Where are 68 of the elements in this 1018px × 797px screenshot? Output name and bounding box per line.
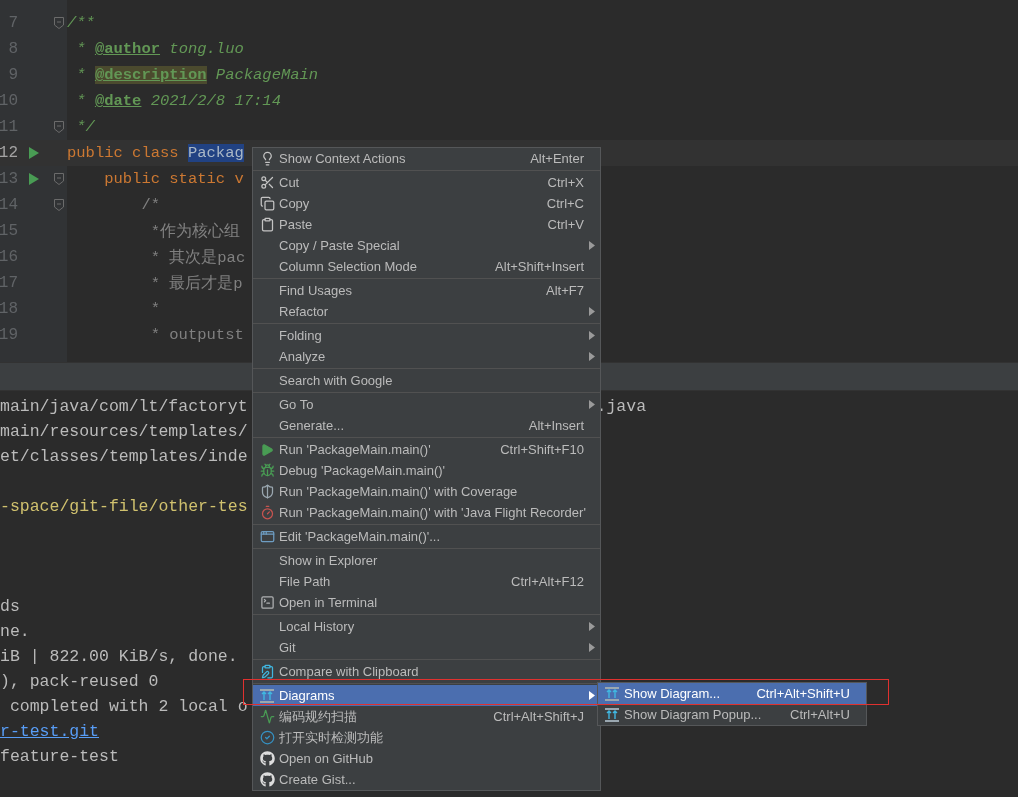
menu-item[interactable]: Run 'PackageMain.main()' with 'Java Flight Recorder' bbox=[253, 502, 600, 523]
submenu-arrow-icon bbox=[589, 241, 595, 250]
fold-marker-icon[interactable] bbox=[53, 173, 64, 185]
menu-item[interactable]: Diagrams bbox=[253, 685, 600, 706]
submenu-arrow-icon bbox=[589, 643, 595, 652]
menu-item[interactable]: Analyze bbox=[253, 346, 600, 367]
submenu-arrow-icon bbox=[589, 352, 595, 361]
fold-marker-icon[interactable] bbox=[53, 199, 64, 211]
code-line: * 最后才是p bbox=[149, 273, 243, 294]
menu-item[interactable]: Edit 'PackageMain.main()'... bbox=[253, 526, 600, 547]
fold-marker-icon[interactable] bbox=[53, 17, 64, 29]
console-line: iB | 822.00 KiB/s, done. bbox=[0, 647, 238, 666]
menu-item[interactable]: Create Gist... bbox=[253, 769, 600, 790]
menu-item[interactable]: Folding bbox=[253, 325, 600, 346]
menu-item[interactable]: Run 'PackageMain.main()' with Coverage bbox=[253, 481, 600, 502]
menu-item[interactable]: Show Context Actions Alt+Enter bbox=[253, 148, 600, 169]
menu-item[interactable]: Run 'PackageMain.main()' Ctrl+Shift+F10 bbox=[253, 439, 600, 460]
menu-item[interactable]: Copy Ctrl+C bbox=[253, 193, 600, 214]
submenu-arrow-icon bbox=[589, 622, 595, 631]
code-line: public class Packag bbox=[67, 144, 244, 162]
menu-item[interactable]: Local History bbox=[253, 616, 600, 637]
submenu-arrow-icon bbox=[589, 400, 595, 409]
menu-item[interactable]: 编码规约扫描 Ctrl+Alt+Shift+J bbox=[253, 706, 600, 727]
console-line: et/classes/templates/inde bbox=[0, 447, 248, 466]
code-line: * 其次是pac bbox=[149, 247, 246, 268]
line-number: 12 bbox=[0, 144, 18, 162]
menu-item[interactable]: Paste Ctrl+V bbox=[253, 214, 600, 235]
menu-item[interactable]: Column Selection Mode Alt+Shift+Insert bbox=[253, 256, 600, 277]
code-line: /* bbox=[140, 196, 160, 214]
code-line: */ bbox=[75, 118, 95, 136]
code-line: * @author tong.luo bbox=[75, 40, 244, 58]
code-line: public static v bbox=[103, 170, 244, 188]
menu-item[interactable]: Cut Ctrl+X bbox=[253, 172, 600, 193]
console-line: ne. bbox=[0, 622, 30, 641]
code-line: * outputst bbox=[149, 326, 244, 344]
menu-item[interactable]: 打开实时检测功能 bbox=[253, 727, 600, 748]
menu-item[interactable]: Show Diagram Popup... Ctrl+Alt+U bbox=[598, 704, 866, 725]
console-line: ), pack-reused 0 bbox=[0, 672, 159, 691]
run-icon[interactable] bbox=[29, 147, 39, 159]
menu-item[interactable]: Open in Terminal bbox=[253, 592, 600, 613]
console-line: -space/git-file/other-tes bbox=[0, 497, 248, 516]
menu-item[interactable]: Generate... Alt+Insert bbox=[253, 415, 600, 436]
console-link[interactable]: r-test.git bbox=[0, 722, 100, 741]
code-line: /** bbox=[67, 14, 95, 32]
menu-item[interactable]: Debug 'PackageMain.main()' bbox=[253, 460, 600, 481]
submenu-arrow-icon bbox=[589, 331, 595, 340]
console-line: main/java/com/lt/factoryt bbox=[0, 397, 248, 416]
submenu-arrow-icon bbox=[589, 307, 595, 316]
code-line: * @date 2021/2/8 17:14 bbox=[75, 92, 281, 110]
code-line: *作为核心组 bbox=[149, 221, 240, 242]
menu-item[interactable]: Find Usages Alt+F7 bbox=[253, 280, 600, 301]
console-line: feature-test bbox=[0, 747, 119, 766]
code-line: * bbox=[149, 300, 160, 318]
menu-item[interactable]: Copy / Paste Special bbox=[253, 235, 600, 256]
menu-item[interactable]: Open on GitHub bbox=[253, 748, 600, 769]
menu-item[interactable]: Search with Google bbox=[253, 370, 600, 391]
menu-item[interactable]: Show Diagram... Ctrl+Alt+Shift+U bbox=[598, 683, 866, 704]
menu-item[interactable]: File Path Ctrl+Alt+F12 bbox=[253, 571, 600, 592]
menu-item[interactable]: Show in Explorer bbox=[253, 550, 600, 571]
menu-item[interactable]: Refactor bbox=[253, 301, 600, 322]
menu-item[interactable]: Git bbox=[253, 637, 600, 658]
code-line: * @description PackageMain bbox=[75, 66, 319, 84]
submenu-arrow-icon bbox=[589, 691, 595, 700]
menu-item[interactable]: Compare with Clipboard bbox=[253, 661, 600, 682]
console-line: ds bbox=[0, 597, 20, 616]
fold-marker-icon[interactable] bbox=[53, 121, 64, 133]
console-line: main/resources/templates/ bbox=[0, 422, 248, 441]
run-icon[interactable] bbox=[29, 173, 39, 185]
